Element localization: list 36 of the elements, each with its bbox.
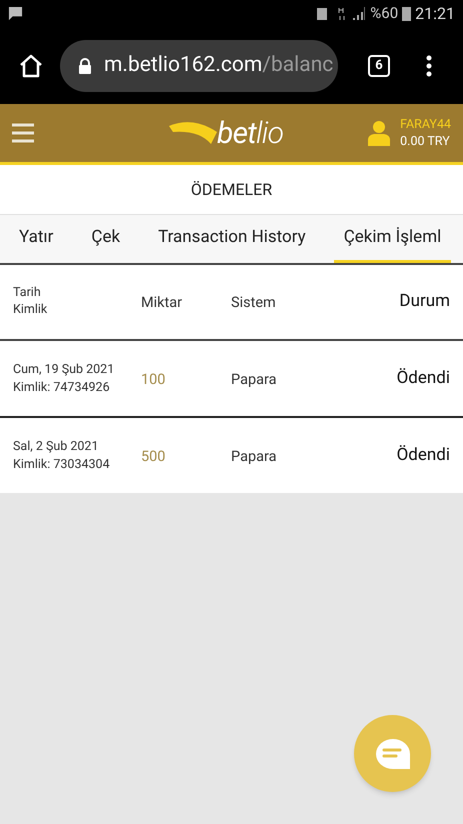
home-icon[interactable] (18, 52, 44, 78)
amount: 100 (141, 370, 166, 388)
chat-icon (374, 738, 410, 770)
logo-swoosh-icon (168, 120, 217, 146)
more-options-icon[interactable] (426, 54, 432, 76)
clock: 21:21 (415, 2, 455, 24)
transaction-id: Kimlik: 73034304 (13, 456, 111, 474)
url-text: m.betlio162.com/balanc (104, 52, 334, 79)
column-header: Sistem (231, 294, 276, 311)
tab[interactable]: Çek (91, 215, 120, 263)
transaction-id: Kimlik: 74734926 (13, 378, 111, 396)
payment-system: Papara (231, 448, 277, 464)
tab-switcher-button[interactable]: 6 (368, 54, 390, 76)
column-header: Tarih Kimlik (13, 284, 48, 318)
account-balance: 0.00 TRY (400, 133, 451, 150)
transaction-date: Sal, 2 Şub 2021 (13, 438, 100, 456)
message-icon (8, 6, 23, 21)
payment-status: Ödendi (396, 444, 450, 465)
page-title: ÖDEMELER (190, 178, 272, 200)
tab[interactable]: Yatır (19, 215, 54, 263)
menu-icon[interactable] (12, 123, 34, 143)
battery-percentage: %60 (370, 3, 398, 24)
amount: 500 (141, 448, 166, 464)
tab[interactable]: Transaction History (158, 215, 306, 263)
payment-status: Ödendi (396, 368, 450, 388)
lock-icon (78, 58, 92, 74)
payment-system: Papara (231, 370, 277, 388)
site-logo[interactable]: betlio (216, 110, 284, 156)
address-bar[interactable]: m.betlio162.com/balanc (60, 40, 338, 92)
column-header: Durum (399, 291, 450, 312)
signal-icon (352, 7, 366, 20)
username: FARAY44 (400, 116, 451, 133)
column-header: Miktar (141, 294, 182, 311)
user-icon[interactable] (368, 120, 390, 146)
battery-icon (402, 6, 412, 21)
transaction-date: Cum, 19 Şub 2021 (13, 360, 116, 378)
